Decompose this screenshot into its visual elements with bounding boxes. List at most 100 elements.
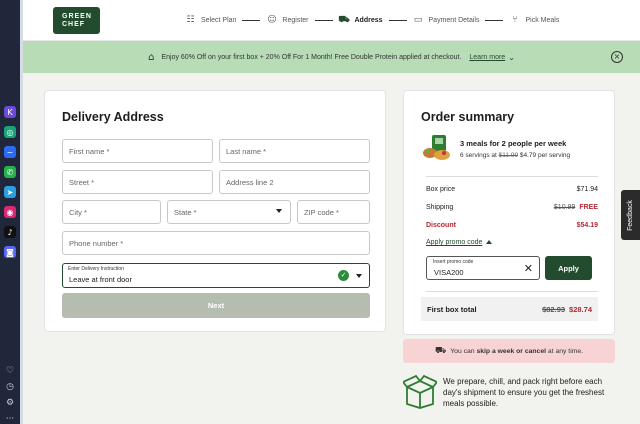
- promo-code-input[interactable]: Insert promo code VISA200 ✕: [426, 256, 540, 280]
- order-summary-card: Order summary 3 meals for 2 people per w…: [403, 90, 615, 335]
- more-icon[interactable]: ···: [4, 413, 16, 424]
- skip-prefix: You can: [450, 347, 475, 355]
- skip-suffix: at any time.: [547, 347, 584, 355]
- apply-button[interactable]: Apply: [545, 256, 592, 280]
- step-label: Register: [282, 16, 309, 24]
- step-label: Address: [354, 16, 383, 24]
- meal-plan-title: 3 meals for 2 people per week: [460, 139, 567, 148]
- delivery-instruction-select[interactable]: Enter Delivery Instruction Leave at fron…: [62, 263, 370, 288]
- discount-label: Discount: [426, 222, 456, 229]
- zip-code-field[interactable]: ZIP code *: [297, 200, 370, 224]
- step-icon: ☷: [186, 15, 195, 25]
- step-label: Payment Details: [428, 16, 480, 24]
- step-label: Pick Meals: [525, 16, 560, 24]
- zip-placeholder: ZIP code *: [304, 207, 339, 217]
- meal-plan-servings: 6 servings at $11.99 $4.79 per serving: [460, 152, 570, 159]
- first-box-total-row: First box total $82.93 $28.74: [421, 297, 598, 321]
- apply-promo-code-link[interactable]: Apply promo code: [426, 239, 493, 246]
- freshness-info: We prepare, chill, and pack right before…: [443, 377, 605, 408]
- street-field[interactable]: Street *: [62, 170, 213, 194]
- step-pick-meals[interactable]: ⑂ Pick Meals: [509, 15, 559, 25]
- old-serving-price: $11.99: [498, 152, 519, 159]
- state-select[interactable]: State *: [167, 200, 291, 224]
- tag-icon: ⌂: [148, 51, 155, 63]
- address-line-2-placeholder: Address line 2: [226, 177, 274, 187]
- step-icon: ⑂: [512, 15, 518, 25]
- discord-icon[interactable]: ◙: [4, 246, 16, 258]
- step-payment-details[interactable]: ▭ Payment Details: [413, 15, 480, 25]
- feedback-label: Feedback: [627, 199, 634, 231]
- whatsapp-icon[interactable]: ✆: [4, 166, 16, 178]
- step-label: Select Plan: [201, 16, 237, 24]
- city-field[interactable]: City *: [62, 200, 161, 224]
- chatgpt-icon[interactable]: ◎: [4, 126, 16, 138]
- order-summary-title: Order summary: [421, 110, 515, 124]
- gear-icon[interactable]: ⚙: [4, 397, 16, 409]
- step-icon: ▭: [413, 15, 423, 25]
- step-register[interactable]: ☺ Register: [266, 15, 308, 25]
- address-line-2-field[interactable]: Address line 2: [219, 170, 370, 194]
- first-name-placeholder: First name *: [69, 146, 110, 156]
- last-name-field[interactable]: Last name *: [219, 139, 370, 163]
- truck-icon: ⛟: [434, 345, 447, 356]
- step-icon: ☺: [267, 15, 277, 25]
- shipping-label: Shipping: [426, 204, 454, 211]
- step-address[interactable]: ⛟ Address: [338, 14, 383, 25]
- street-placeholder: Street *: [69, 177, 95, 187]
- first-name-field[interactable]: First name *: [62, 139, 213, 163]
- messenger-icon[interactable]: ~: [4, 146, 16, 158]
- tiktok-icon[interactable]: ♪: [4, 226, 16, 238]
- step-connector: [314, 19, 333, 21]
- step-connector: [388, 19, 407, 21]
- box-price-value: $71.94: [576, 186, 598, 193]
- caret-up-icon: [486, 240, 493, 245]
- clock-icon[interactable]: ◷: [4, 381, 16, 393]
- total-old-price: $82.93: [542, 304, 566, 314]
- heart-icon[interactable]: ♡: [4, 365, 16, 377]
- delivery-instruction-value: Leave at front door: [69, 275, 132, 284]
- shipping-free: FREE: [579, 204, 598, 211]
- box-icon: [403, 374, 437, 409]
- meal-kit-icon: [423, 135, 450, 160]
- phone-number-field[interactable]: Phone number *: [62, 231, 370, 255]
- learn-more-link[interactable]: Learn more: [469, 54, 505, 61]
- step-select-plan[interactable]: ☷ Select Plan: [185, 15, 236, 25]
- first-box-total-label: First box total: [427, 304, 477, 314]
- state-placeholder: State *: [174, 207, 197, 217]
- logo-line-1: GREEN: [62, 13, 92, 20]
- clear-icon[interactable]: ✕: [524, 262, 533, 275]
- promo-banner: ⌂ Enjoy 60% Off on your first box + 20% …: [23, 41, 640, 73]
- divider: [426, 291, 598, 292]
- discount-row: Discount $54.19: [426, 222, 598, 229]
- instagram-icon[interactable]: ◉: [4, 206, 16, 218]
- city-placeholder: City *: [69, 207, 87, 217]
- header: GREEN CHEF ☷ Select Plan ☺ Register ⛟ Address…: [23, 0, 640, 41]
- box-price-row: Box price $71.94: [426, 186, 598, 193]
- feedback-tab[interactable]: Feedback: [621, 190, 640, 240]
- telegram-icon[interactable]: ➤: [4, 186, 16, 198]
- shipping-row: Shipping $10.99 FREE: [426, 204, 598, 211]
- green-chef-logo[interactable]: GREEN CHEF: [53, 7, 100, 34]
- logo-line-2: CHEF: [62, 21, 86, 28]
- divider: [426, 176, 598, 177]
- skip-cancel-banner: ⛟ You can skip a week or cancel at any t…: [403, 339, 615, 363]
- chevron-down-icon[interactable]: ⌄: [508, 53, 515, 62]
- browser-sidebar: K ◎ ~ ✆ ➤ ◉ ♪ ◙ ♡ ◷ ⚙ ···: [0, 0, 20, 424]
- delivery-address-card: Delivery Address First name * Last name …: [44, 90, 386, 332]
- shipping-old-price: $10.99: [553, 204, 576, 211]
- promo-text: Enjoy 60% Off on your first box + 20% Of…: [161, 53, 462, 61]
- checkout-steps: ☷ Select Plan ☺ Register ⛟ Address ▭ Payment De…: [185, 13, 559, 27]
- next-button[interactable]: Next: [62, 293, 370, 318]
- delivery-instruction-label: Enter Delivery Instruction: [68, 266, 124, 272]
- step-connector: [242, 19, 261, 21]
- promo-code-label: Insert promo code: [433, 259, 474, 265]
- kite-icon[interactable]: K: [4, 106, 16, 118]
- step-connector: [485, 19, 504, 21]
- discount-value: $54.19: [576, 222, 598, 229]
- apply-promo-code-text: Apply promo code: [426, 239, 483, 246]
- close-icon[interactable]: ×: [611, 51, 623, 63]
- servings-text: 6 servings at: [460, 152, 497, 159]
- step-icon: ⛟: [338, 14, 350, 25]
- caret-down-icon: [276, 209, 282, 213]
- check-circle-icon: ✓: [338, 270, 349, 281]
